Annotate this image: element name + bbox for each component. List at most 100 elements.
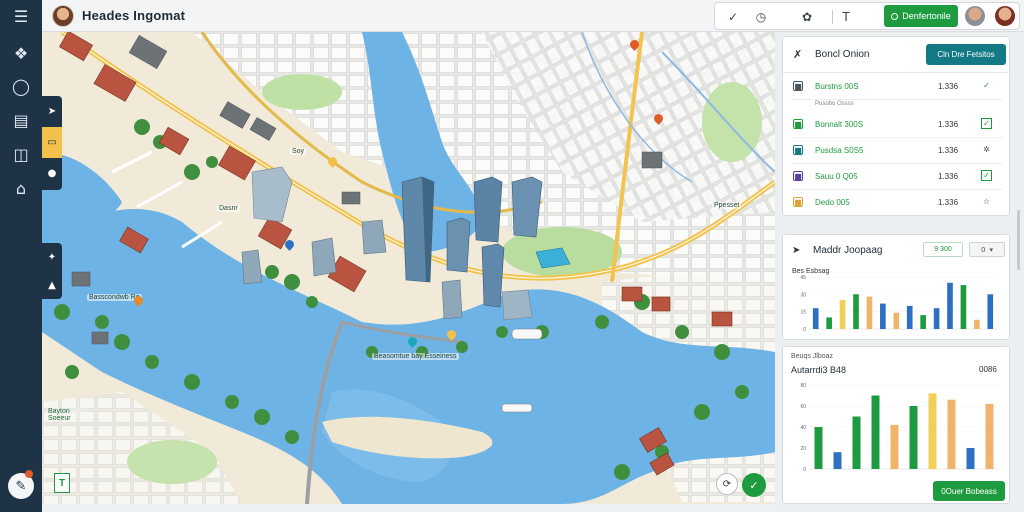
layer-row-label: Bonnalt 300S bbox=[815, 120, 864, 129]
clock-icon[interactable]: ◷ bbox=[751, 7, 771, 27]
chart-card-1-badge: 9 300 bbox=[923, 242, 963, 257]
layer-row-icon: ■ bbox=[793, 197, 803, 207]
chart-card-2-title: Autarrdi3 B48 bbox=[791, 365, 847, 375]
bar[interactable] bbox=[814, 427, 823, 469]
map-label-harbor[interactable]: Soy bbox=[290, 148, 307, 155]
bar[interactable] bbox=[985, 403, 994, 469]
y-tick-label: 60 bbox=[800, 404, 806, 410]
map-tools-primary: ➤ ▭ ● bbox=[42, 96, 62, 190]
layers-card-caption: Pusobo Ossss bbox=[815, 101, 854, 107]
check-icon[interactable]: ✓ bbox=[981, 80, 992, 91]
chart-icon: ➤ bbox=[792, 245, 801, 256]
bar[interactable] bbox=[880, 303, 886, 329]
y-tick-label: 15 bbox=[800, 310, 806, 316]
menu-icon[interactable]: ☰ bbox=[8, 3, 34, 29]
layer-row-value: 1.336 bbox=[938, 172, 959, 181]
bar[interactable] bbox=[987, 294, 994, 329]
layer-row-icon: ■ bbox=[793, 81, 803, 91]
layers-icon[interactable]: ✦ bbox=[42, 243, 62, 271]
layer-row[interactable]: ■ Bonnalt 300S 1.336 ✓ bbox=[783, 113, 1011, 137]
location-icon[interactable]: ▲ bbox=[42, 271, 62, 299]
legend-toggle-icon[interactable]: T bbox=[54, 473, 70, 493]
cursor-icon[interactable]: ➤ bbox=[42, 96, 62, 127]
chart-card-1-select[interactable]: 0 ▾ bbox=[969, 242, 1005, 257]
layer-row-value: 1.336 bbox=[938, 82, 959, 91]
star-icon[interactable]: ☆ bbox=[981, 196, 992, 207]
chart-card-1-title: Maddr Joopaag bbox=[813, 245, 883, 256]
bar-chart-1[interactable]: 0 15 30 45 bbox=[791, 271, 1001, 339]
home-icon[interactable]: ⌂ bbox=[8, 175, 34, 201]
bar[interactable] bbox=[906, 305, 913, 329]
bar[interactable] bbox=[974, 319, 980, 329]
y-tick-label: 80 bbox=[800, 383, 806, 389]
bar[interactable] bbox=[866, 296, 873, 329]
bar[interactable] bbox=[871, 395, 880, 470]
draw-icon[interactable]: ✿ bbox=[797, 7, 817, 27]
bar[interactable] bbox=[890, 424, 899, 469]
map-canvas[interactable]: Basscondwb Ro Beasomtue bay Esseiness Da… bbox=[42, 32, 775, 504]
layer-row-label: Dedo 005 bbox=[815, 198, 850, 207]
zoom-reset-icon[interactable]: ⟳ bbox=[716, 473, 738, 495]
app-title: Heades Ingomat bbox=[82, 8, 186, 23]
book-icon[interactable]: ◫ bbox=[8, 141, 34, 167]
primary-action-button[interactable]: Denfertonile bbox=[884, 5, 958, 27]
map-label-district-a[interactable]: Dasnr bbox=[217, 205, 240, 212]
bar[interactable] bbox=[947, 282, 953, 329]
layer-row[interactable]: ■ Dedo 005 1.336 ☆ bbox=[783, 191, 1011, 215]
bar[interactable] bbox=[960, 285, 967, 329]
layers-card-action-button[interactable]: Cln Dre Fetsitos bbox=[926, 44, 1006, 65]
bar[interactable] bbox=[933, 308, 940, 329]
user-avatar[interactable] bbox=[965, 6, 985, 26]
map-label-bridge[interactable]: Beasomtue bay Esseiness bbox=[372, 353, 459, 360]
chart-card-1-select-value: 0 bbox=[981, 245, 986, 254]
bar[interactable] bbox=[909, 406, 918, 469]
bar[interactable] bbox=[920, 315, 926, 329]
layer-row-label: Burstns 00S bbox=[815, 82, 859, 91]
measure-icon[interactable]: ✓ bbox=[723, 7, 743, 27]
compass-icon[interactable]: ❖ bbox=[8, 40, 34, 66]
bar[interactable] bbox=[928, 393, 937, 469]
bar[interactable] bbox=[812, 308, 819, 329]
layer-row[interactable]: ■ Sauu 0 Q05 1.336 ✓ bbox=[783, 165, 1011, 189]
bar[interactable] bbox=[853, 294, 859, 329]
bar[interactable] bbox=[852, 416, 861, 470]
layers-card-header: ✗ Boncl Onion Cln Dre Fetsitos bbox=[783, 37, 1011, 73]
globe-icon[interactable]: ◯ bbox=[8, 73, 34, 99]
bar[interactable] bbox=[839, 300, 846, 329]
panel-scroll-thumb[interactable] bbox=[1017, 210, 1020, 270]
confirm-location-icon[interactable]: ✓ bbox=[742, 473, 766, 497]
chevron-down-icon: ▾ bbox=[989, 245, 993, 254]
map-label-east[interactable]: Ppesset bbox=[712, 202, 742, 209]
chart-card-2-header: Beuqs Jlboaz bbox=[791, 353, 834, 360]
layer-row[interactable]: ■ Burstns 00S 1.336 ✓ bbox=[783, 75, 1011, 99]
layer-row-value: 1.336 bbox=[938, 120, 959, 129]
bar[interactable] bbox=[826, 317, 832, 329]
layer-row-label: Sauu 0 Q05 bbox=[815, 172, 858, 181]
bar-chart-2[interactable]: 0 20 40 60 80 bbox=[791, 379, 1003, 479]
collaborator-avatar[interactable] bbox=[995, 6, 1015, 26]
chart-card-2-button[interactable]: 0Ouer Bobeass bbox=[933, 481, 1005, 501]
map-label-district-b[interactable]: Bayton Soeeur bbox=[46, 408, 88, 422]
chart-card-2-value: 0086 bbox=[979, 365, 997, 374]
bar[interactable] bbox=[893, 312, 900, 329]
check-box-icon[interactable]: ✓ bbox=[981, 170, 992, 181]
y-tick-label: 20 bbox=[800, 446, 806, 452]
y-tick-label: 40 bbox=[800, 425, 806, 431]
row-divider bbox=[791, 163, 1003, 164]
bar[interactable] bbox=[947, 399, 956, 469]
move-icon[interactable]: ✲ bbox=[981, 144, 992, 155]
panel-scrollbar[interactable] bbox=[1016, 36, 1021, 508]
bar[interactable] bbox=[966, 448, 975, 469]
layer-row-icon: ■ bbox=[793, 119, 803, 129]
ruler-icon[interactable]: ▭ bbox=[42, 127, 62, 158]
brand-avatar[interactable] bbox=[52, 5, 74, 27]
check-box-icon[interactable]: ✓ bbox=[981, 118, 992, 129]
app-window: ☰ ❖ ◯ ▤ ◫ ⌂ ✎ Heades Ingomat ✓ ◷ ✿ T Den… bbox=[0, 0, 1024, 512]
pin-icon[interactable]: ● bbox=[42, 158, 62, 189]
chart-card-1: ➤ Maddr Joopaag 9 300 0 ▾ Bes Esbsag 0 15… bbox=[782, 234, 1010, 340]
text-tool-icon[interactable]: T bbox=[836, 7, 856, 27]
bar[interactable] bbox=[833, 452, 842, 469]
y-tick-label: 30 bbox=[800, 292, 806, 298]
document-icon[interactable]: ▤ bbox=[8, 107, 34, 133]
layer-row[interactable]: ■ Pusdsa S0S5 1.336 ✲ bbox=[783, 139, 1011, 163]
